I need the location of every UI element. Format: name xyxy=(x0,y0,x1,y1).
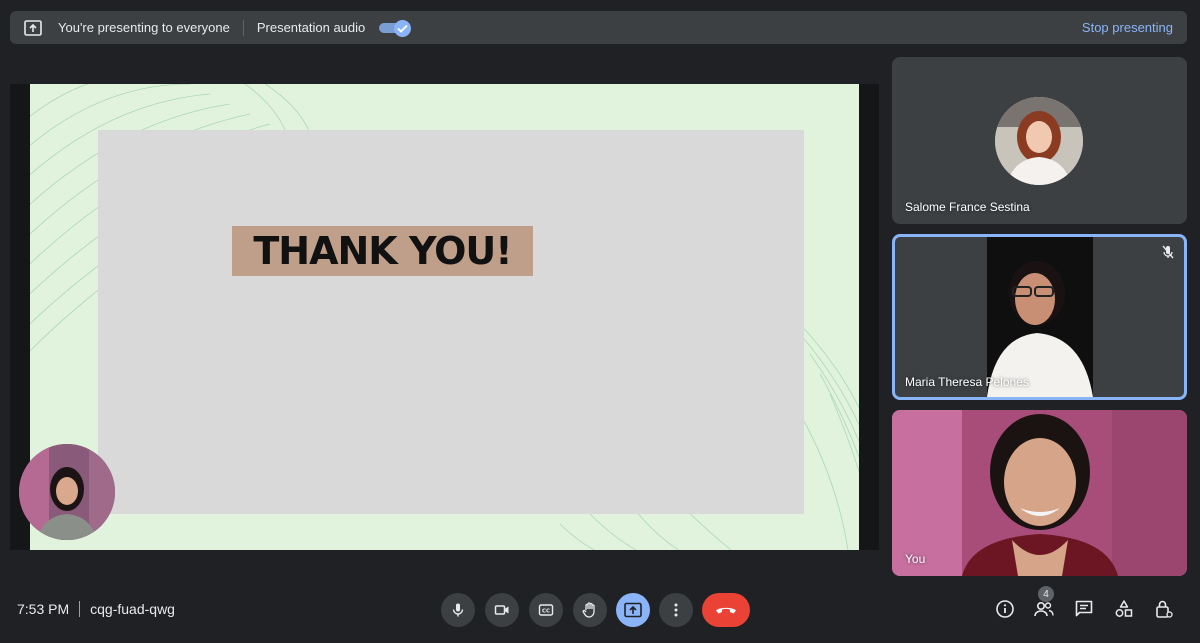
participant-video xyxy=(892,410,1187,576)
people-count-badge: 4 xyxy=(1038,586,1054,602)
self-video-feed xyxy=(19,444,115,540)
present-to-all-icon xyxy=(24,19,42,36)
camera-button[interactable] xyxy=(485,593,519,627)
presentation-audio-toggle[interactable] xyxy=(379,19,412,37)
check-icon xyxy=(394,19,412,37)
host-controls-icon xyxy=(1156,600,1173,618)
raise-hand-button[interactable] xyxy=(573,593,607,627)
participant-name: You xyxy=(905,552,926,566)
meeting-time: 7:53 PM xyxy=(17,601,70,617)
leave-call-button[interactable] xyxy=(702,593,750,627)
participant-tile-maria[interactable]: Maria Theresa Pelones xyxy=(892,234,1187,400)
host-controls-button[interactable] xyxy=(1151,596,1177,622)
slide-headline: THANK YOU! xyxy=(232,226,533,276)
meeting-details-button[interactable] xyxy=(992,596,1018,622)
participant-tile-salome[interactable]: Salome France Sestina xyxy=(892,57,1187,224)
activities-icon xyxy=(1115,600,1133,617)
captions-button[interactable]: CC xyxy=(529,593,563,627)
self-view-pip[interactable] xyxy=(19,444,115,540)
presentation-audio-label: Presentation audio xyxy=(256,20,366,35)
meeting-code[interactable]: cqg-fuad-qwg xyxy=(90,601,175,617)
more-options-icon xyxy=(674,603,678,617)
end-call-icon xyxy=(716,607,736,614)
camera-icon xyxy=(494,605,509,615)
microphone-button[interactable] xyxy=(441,593,475,627)
presenting-status: You're presenting to everyone xyxy=(58,20,230,35)
captions-icon: CC xyxy=(538,604,554,616)
mic-off-icon xyxy=(1160,244,1176,260)
presenting-bar: You're presenting to everyone Presentati… xyxy=(10,11,1187,44)
info-icon xyxy=(996,600,1014,618)
participant-name: Maria Theresa Pelones xyxy=(905,375,1029,389)
svg-text:CC: CC xyxy=(542,609,550,615)
presentation-slide: THANK YOU! xyxy=(30,84,859,550)
participant-video xyxy=(987,237,1093,397)
present-icon xyxy=(624,602,642,618)
mic-icon xyxy=(452,603,464,617)
meeting-info: 7:53 PM cqg-fuad-qwg xyxy=(17,601,175,617)
participant-tile-you[interactable]: You xyxy=(892,410,1187,576)
presentation-stage: THANK YOU! xyxy=(10,84,879,550)
chat-icon xyxy=(1075,600,1093,617)
divider xyxy=(79,601,81,617)
chat-button[interactable] xyxy=(1071,596,1097,622)
more-options-button[interactable] xyxy=(659,593,693,627)
meeting-controls-bar: 7:53 PM cqg-fuad-qwg CC 4 xyxy=(0,584,1200,634)
present-button[interactable] xyxy=(616,593,650,627)
avatar xyxy=(995,97,1083,185)
raise-hand-icon xyxy=(582,602,595,618)
people-icon xyxy=(1034,601,1054,617)
activities-button[interactable] xyxy=(1111,596,1137,622)
participant-name: Salome France Sestina xyxy=(905,200,1030,214)
slide-content-panel xyxy=(98,130,804,514)
divider xyxy=(242,19,244,36)
stop-presenting-button[interactable]: Stop presenting xyxy=(1082,20,1173,35)
